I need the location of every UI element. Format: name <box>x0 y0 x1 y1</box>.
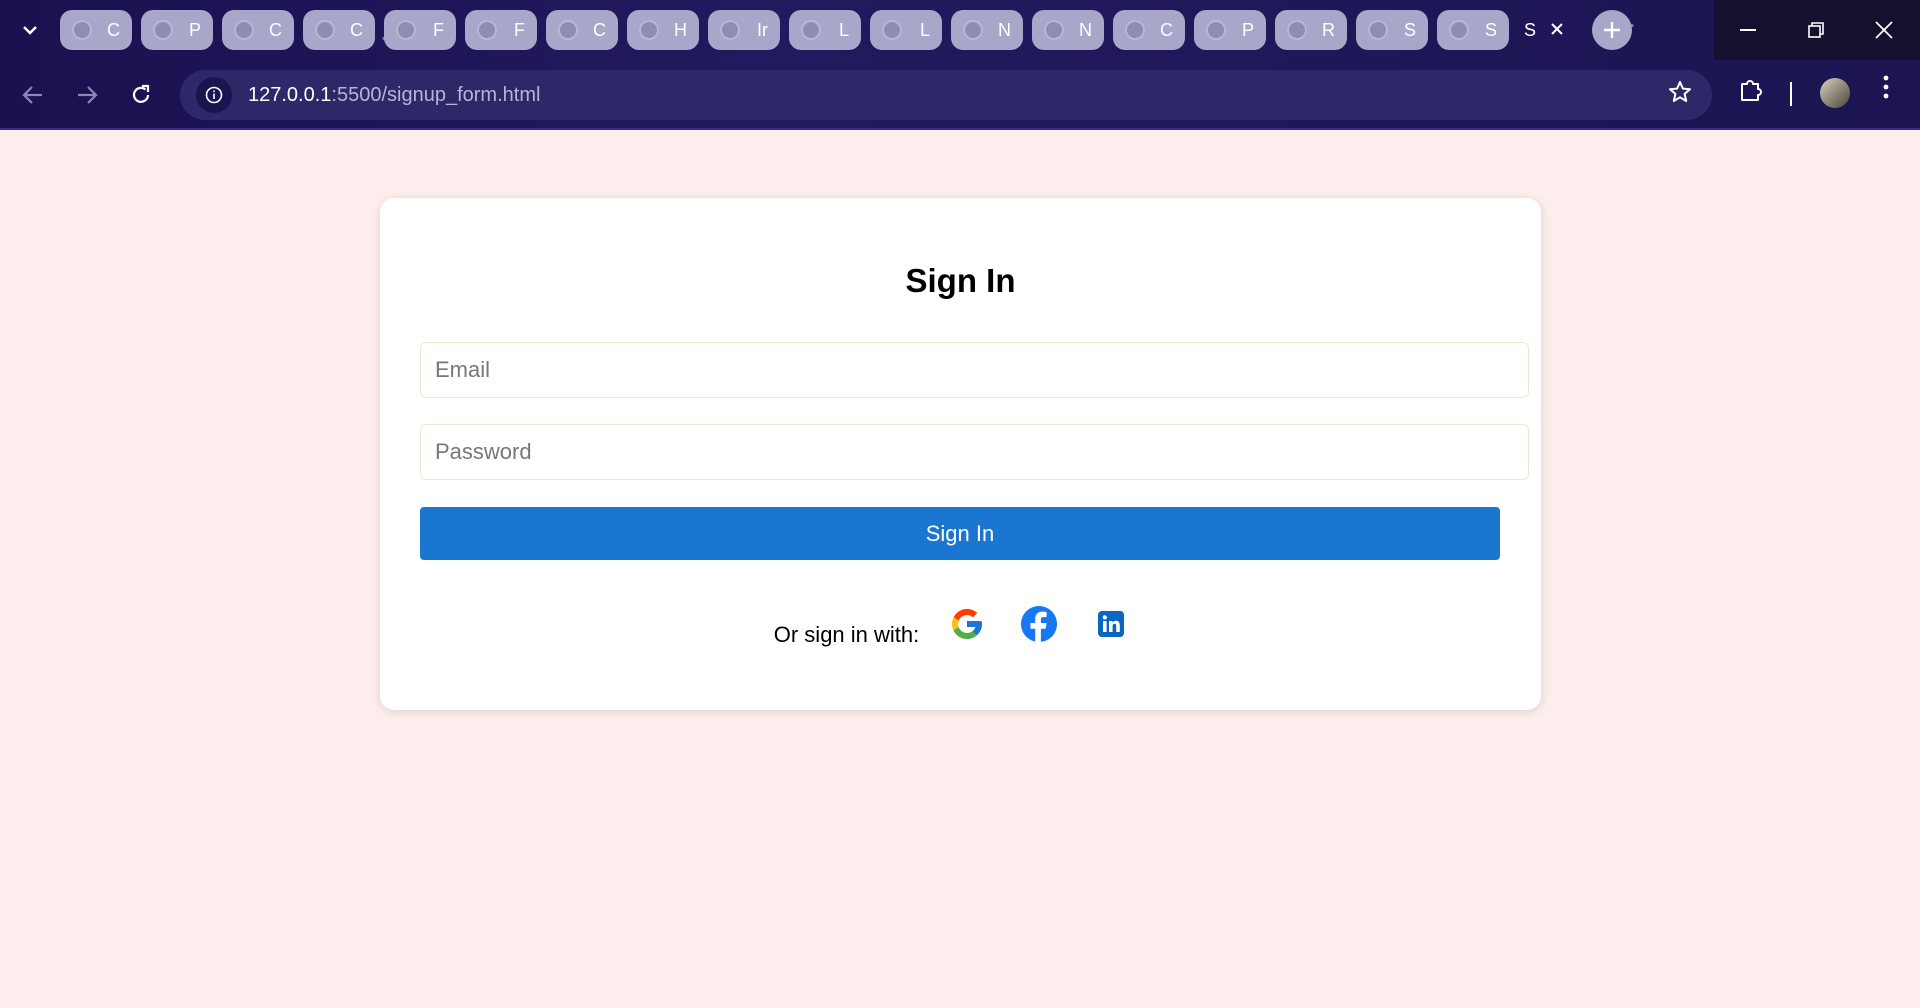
browser-chrome: C P C C F F C H Ir L L N N C P R S S S 1… <box>0 0 1920 130</box>
page-title: Sign In <box>905 262 1016 299</box>
tab-title: N <box>998 19 1011 40</box>
globe-icon <box>1287 20 1307 40</box>
window-controls <box>1714 0 1920 60</box>
browser-tab[interactable]: F <box>465 10 537 50</box>
browser-tab[interactable]: C <box>222 10 294 50</box>
tab-title: F <box>514 19 525 40</box>
new-tab-button[interactable] <box>1592 10 1632 50</box>
globe-icon <box>1044 20 1064 40</box>
browser-tab[interactable]: C <box>1113 10 1185 50</box>
tab-title: S <box>1403 19 1416 40</box>
globe-icon <box>558 20 578 40</box>
minimize-icon <box>1740 29 1756 31</box>
globe-icon <box>1125 20 1145 40</box>
globe-icon <box>801 20 821 40</box>
tab-title: P <box>1241 19 1254 40</box>
social-signin-row: Or sign in with: <box>380 600 1541 648</box>
puzzle-icon[interactable] <box>1738 76 1764 109</box>
reload-icon <box>132 84 150 103</box>
globe-icon <box>963 20 983 40</box>
tab-strip: C P C C F F C H Ir L L N N C P R S S S <box>0 0 1920 60</box>
tab-title: C <box>593 19 606 40</box>
url-path: :5500/signup_form.html <box>331 83 541 106</box>
signin-card: Sign In Sign In Or sign in with: <box>380 198 1541 710</box>
active-browser-tab[interactable]: S <box>1514 10 1574 50</box>
tab-title: H <box>674 19 687 40</box>
browser-tab[interactable]: R <box>1275 10 1347 50</box>
tab-title: Ir <box>757 19 768 40</box>
browser-tab[interactable]: C <box>60 10 132 50</box>
browser-tab[interactable]: S <box>1356 10 1428 50</box>
browser-tab[interactable]: N <box>1032 10 1104 50</box>
globe-icon <box>639 20 659 40</box>
info-icon[interactable] <box>196 77 232 113</box>
active-tab-title: S <box>1524 19 1537 40</box>
password-field[interactable] <box>420 424 1529 480</box>
browser-tab[interactable]: P <box>141 10 213 50</box>
google-icon[interactable] <box>945 602 989 646</box>
tab-title: C <box>107 19 120 40</box>
globe-icon <box>720 20 740 40</box>
sign-in-button[interactable]: Sign In <box>420 507 1500 560</box>
browser-tab[interactable]: S <box>1437 10 1509 50</box>
reload-button[interactable] <box>124 78 158 112</box>
restore-icon <box>1808 22 1824 38</box>
social-signin-label: Or sign in with: <box>773 622 920 647</box>
globe-icon <box>396 20 416 40</box>
kebab-menu-icon[interactable] <box>1876 74 1896 106</box>
browser-tab[interactable]: C <box>303 10 375 50</box>
toolbar-separator <box>1790 82 1792 106</box>
globe-icon <box>315 20 335 40</box>
arrow-left-icon <box>22 86 42 104</box>
globe-icon <box>1368 20 1388 40</box>
email-field[interactable] <box>420 342 1529 398</box>
globe-icon <box>1206 20 1226 40</box>
tab-title: N <box>1079 19 1092 40</box>
browser-tab[interactable]: Ir <box>708 10 780 50</box>
browser-tab[interactable]: L <box>789 10 861 50</box>
tab-title: P <box>188 19 201 40</box>
tab-title: S <box>1484 19 1497 40</box>
minimize-button[interactable] <box>1714 0 1782 60</box>
browser-tab[interactable]: C <box>546 10 618 50</box>
tab-title: C <box>269 19 282 40</box>
globe-icon <box>477 20 497 40</box>
arrow-right-icon <box>78 86 98 104</box>
tab-title: L <box>919 19 930 40</box>
globe-icon <box>72 20 92 40</box>
close-icon <box>1875 21 1893 39</box>
browser-tab[interactable]: N <box>951 10 1023 50</box>
tab-title: L <box>838 19 849 40</box>
linkedin-icon[interactable] <box>1089 602 1133 646</box>
globe-icon <box>153 20 173 40</box>
browser-tab[interactable]: F <box>384 10 456 50</box>
tab-title: C <box>1160 19 1173 40</box>
tab-title: F <box>433 19 444 40</box>
browser-toolbar: 127.0.0.1:5500/signup_form.html <box>0 62 1920 128</box>
tab-title: R <box>1322 19 1335 40</box>
close-tab-icon[interactable] <box>1550 20 1564 41</box>
browser-tab[interactable]: P <box>1194 10 1266 50</box>
restore-button[interactable] <box>1782 0 1850 60</box>
profile-avatar[interactable] <box>1820 78 1850 108</box>
tab-search-icon[interactable] <box>14 12 46 48</box>
browser-tab[interactable]: L <box>870 10 942 50</box>
forward-button[interactable] <box>70 78 104 112</box>
url-host: 127.0.0.1 <box>248 83 332 106</box>
globe-icon <box>882 20 902 40</box>
url-text[interactable]: 127.0.0.1:5500/signup_form.html <box>248 84 540 107</box>
star-icon[interactable] <box>1668 80 1692 111</box>
facebook-icon[interactable] <box>1017 602 1061 646</box>
tab-title: C <box>350 19 363 40</box>
browser-tab[interactable]: H <box>627 10 699 50</box>
address-bar[interactable]: 127.0.0.1:5500/signup_form.html <box>180 70 1712 120</box>
globe-icon <box>1449 20 1469 40</box>
globe-icon <box>234 20 254 40</box>
close-window-button[interactable] <box>1850 0 1918 60</box>
plus-icon <box>1604 22 1620 38</box>
back-button[interactable] <box>16 78 50 112</box>
